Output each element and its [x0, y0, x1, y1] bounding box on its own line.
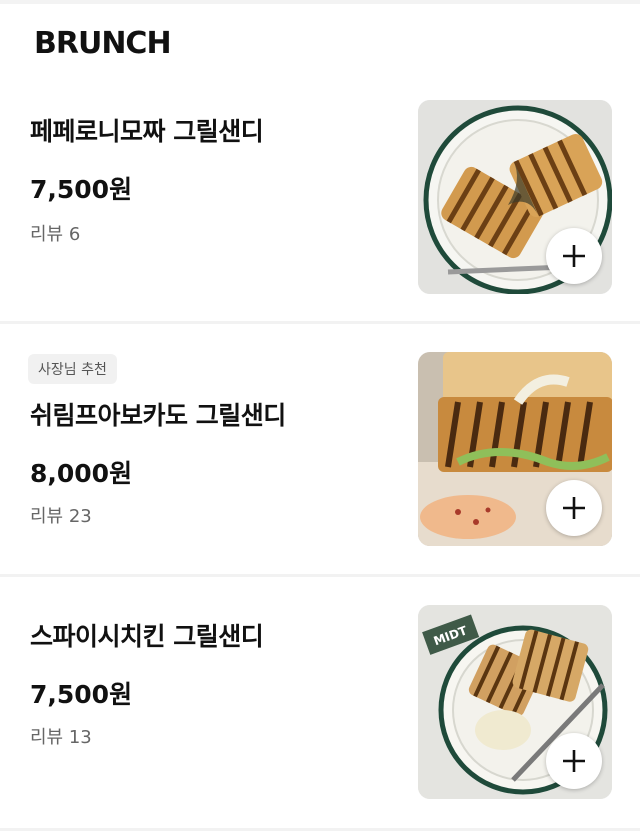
menu-item-photo: MIDT: [418, 605, 612, 799]
menu-item[interactable]: 스파이시치킨 그릴샌디 7,500원 리뷰 13 MIDT: [0, 605, 640, 825]
plus-icon: [563, 497, 585, 519]
item-divider: [0, 321, 640, 324]
menu-item-review: 리뷰 13: [30, 727, 92, 748]
plus-icon: [563, 750, 585, 772]
menu-item-name: 스파이시치킨 그릴샌디: [30, 622, 264, 651]
add-to-cart-button[interactable]: [546, 228, 602, 284]
menu-item-photo: [418, 100, 612, 294]
section-title: BRUNCH: [34, 26, 172, 61]
item-divider: [0, 574, 640, 577]
top-divider: [0, 0, 640, 4]
add-to-cart-button[interactable]: [546, 480, 602, 536]
plus-icon: [563, 245, 585, 267]
menu-item-price: 8,000원: [30, 459, 133, 488]
menu-item-name: 페페로니모짜 그릴샌디: [30, 117, 264, 146]
menu-item-price: 7,500원: [30, 680, 133, 709]
add-to-cart-button[interactable]: [546, 733, 602, 789]
menu-item-name: 쉬림프아보카도 그릴샌디: [30, 401, 286, 430]
menu-item[interactable]: 사장님 추천 쉬림프아보카도 그릴샌디 8,000원 리뷰 23: [0, 352, 640, 574]
recommend-badge: 사장님 추천: [28, 354, 117, 384]
menu-item-review: 리뷰 6: [30, 224, 81, 245]
menu-item[interactable]: 페페로니모짜 그릴샌디 7,500원 리뷰 6: [0, 100, 640, 320]
menu-item-review: 리뷰 23: [30, 506, 92, 527]
menu-item-photo: [418, 352, 612, 546]
menu-item-price: 7,500원: [30, 175, 133, 204]
item-divider: [0, 828, 640, 831]
